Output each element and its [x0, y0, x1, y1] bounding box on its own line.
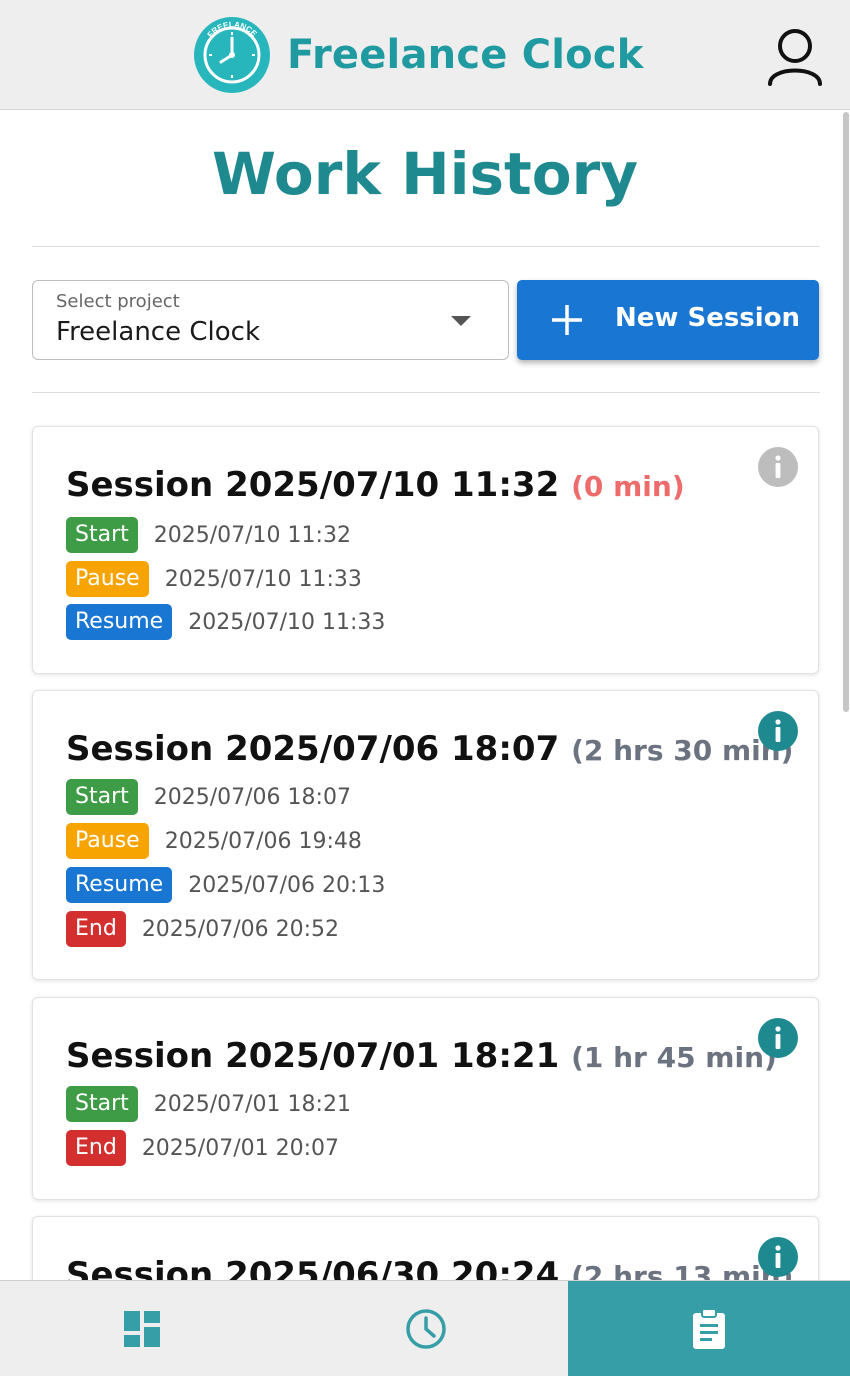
top-app-bar: FREELANCE Freelance Clock [0, 0, 850, 110]
event-row: Resume 2025/07/10 11:33 [66, 604, 385, 640]
session-card[interactable]: Session 2025/07/10 11:32 (0 min) Start 2… [32, 426, 819, 674]
event-row: Pause 2025/07/10 11:33 [66, 561, 362, 597]
clipboard-icon [693, 1308, 725, 1349]
event-time: 2025/07/10 11:33 [164, 566, 362, 592]
nav-tab-dashboard[interactable] [0, 1281, 284, 1376]
end-badge: End [66, 911, 126, 947]
divider [32, 246, 820, 247]
new-session-button[interactable]: New Session [517, 280, 819, 360]
project-select-value: Freelance Clock [56, 317, 261, 347]
resume-badge: Resume [66, 604, 173, 640]
divider [32, 392, 820, 393]
session-card[interactable]: Session 2025/07/06 18:07 (2 hrs 30 min) … [32, 690, 819, 980]
brand[interactable]: FREELANCE Freelance Clock [193, 16, 644, 94]
session-card[interactable]: Session 2025/06/30 20:24 (2 hrs 13 min) [32, 1216, 819, 1280]
scrollbar[interactable] [843, 112, 849, 712]
plus-icon [552, 305, 582, 335]
pause-badge: Pause [66, 823, 149, 859]
event-time: 2025/07/10 11:33 [188, 609, 386, 635]
event-time: 2025/07/01 20:07 [141, 1135, 340, 1161]
start-badge: Start [66, 779, 138, 815]
dashboard-icon [124, 1311, 160, 1347]
bottom-navigation [0, 1280, 850, 1376]
caret-down-icon [451, 316, 471, 326]
session-duration: (0 min) [571, 470, 685, 503]
event-row: End 2025/07/06 20:52 [66, 911, 339, 947]
project-select[interactable]: Select project Freelance Clock [32, 280, 509, 360]
freelance-clock-logo-icon: FREELANCE [194, 17, 270, 93]
event-row: End 2025/07/01 20:07 [66, 1130, 339, 1166]
info-icon[interactable] [758, 711, 798, 751]
event-time: 2025/07/06 20:52 [141, 916, 340, 942]
info-icon[interactable] [758, 1237, 798, 1277]
content-area: Work History Select project Freelance Cl… [0, 110, 850, 1280]
nav-tab-clock[interactable] [284, 1281, 568, 1376]
resume-badge: Resume [66, 867, 173, 903]
pause-badge: Pause [66, 561, 149, 597]
account-icon[interactable] [766, 26, 824, 86]
event-time: 2025/07/06 20:13 [188, 872, 386, 898]
session-title: Session 2025/06/30 20:24 (2 hrs 13 min) [66, 1255, 793, 1280]
event-row: Start 2025/07/06 18:07 [66, 779, 351, 815]
project-select-label: Select project [56, 291, 180, 312]
event-time: 2025/07/10 11:32 [153, 522, 351, 548]
session-card[interactable]: Session 2025/07/01 18:21 (1 hr 45 min) S… [32, 997, 819, 1200]
event-row: Resume 2025/07/06 20:13 [66, 867, 385, 903]
event-row: Pause 2025/07/06 19:48 [66, 823, 362, 859]
start-badge: Start [66, 1086, 138, 1122]
info-icon[interactable] [758, 447, 798, 487]
session-title: Session 2025/07/01 18:21 (1 hr 45 min) [66, 1036, 777, 1076]
clock-icon [406, 1309, 446, 1349]
start-badge: Start [66, 517, 138, 553]
session-title: Session 2025/07/10 11:32 (0 min) [66, 465, 685, 505]
nav-tab-history[interactable] [568, 1281, 850, 1376]
page-title: Work History [211, 140, 639, 208]
session-duration: (1 hr 45 min) [571, 1041, 777, 1074]
event-time: 2025/07/01 18:21 [153, 1091, 351, 1117]
session-title: Session 2025/07/06 18:07 (2 hrs 30 min) [66, 729, 794, 769]
app-title: Freelance Clock [287, 32, 644, 78]
event-row: Start 2025/07/01 18:21 [66, 1086, 351, 1122]
new-session-label: New Session [615, 303, 801, 333]
end-badge: End [66, 1130, 126, 1166]
event-time: 2025/07/06 18:07 [153, 784, 351, 810]
event-time: 2025/07/06 19:48 [164, 828, 362, 854]
event-row: Start 2025/07/10 11:32 [66, 517, 351, 553]
info-icon[interactable] [758, 1018, 798, 1058]
